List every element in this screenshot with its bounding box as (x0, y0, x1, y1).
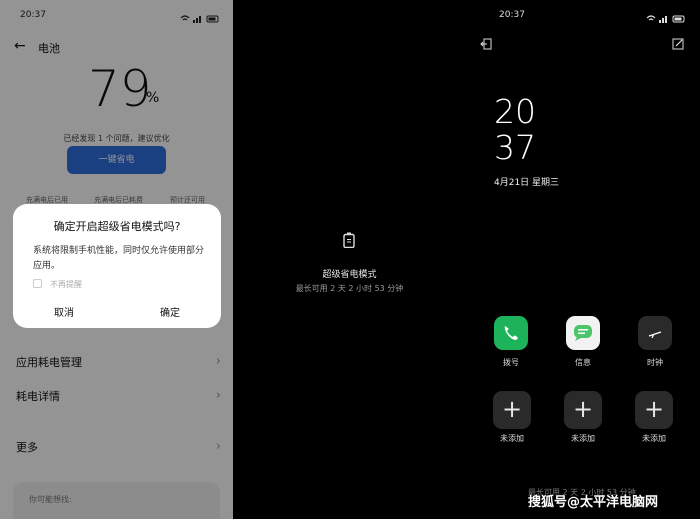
watermark: 搜狐号@太平洋电脑网 (528, 495, 659, 510)
checkbox-label: 不再提醒 (50, 280, 82, 289)
clock-icon (648, 331, 662, 339)
wifi-icon (646, 15, 685, 23)
message-app[interactable] (566, 316, 600, 350)
battery-icon (343, 232, 355, 252)
app-label-messages: 信息 (575, 358, 591, 367)
status-icons (646, 9, 686, 28)
confirm-button[interactable]: 确定 (125, 304, 215, 319)
exit-icon[interactable] (480, 35, 492, 54)
add-label-3: 未添加 (642, 434, 666, 443)
dont-remind-checkbox[interactable]: 不再提醒 (33, 279, 82, 290)
add-app-slot-3[interactable]: + (635, 391, 673, 429)
clock-minute: 37 (494, 128, 536, 167)
plus-icon: + (501, 395, 523, 423)
message-icon (574, 325, 592, 341)
dialog-body: 系统将限制手机性能，同时仅允许使用部分应用。 (33, 246, 205, 271)
add-label-2: 未添加 (571, 434, 595, 443)
checkbox-box[interactable] (33, 279, 42, 288)
battery-settings-panel: 20:37 ← 电池 79 % 已经发现 1 个问题，建议优化 一键省电 充满电… (0, 0, 233, 519)
plus-icon: + (572, 395, 594, 423)
add-app-slot-1[interactable]: + (493, 391, 531, 429)
mode-subtitle: 最长可用 2 天 2 小时 53 分钟 (295, 284, 404, 293)
phone-icon (504, 326, 518, 340)
edit-icon[interactable] (672, 35, 684, 54)
dialog-title: 确定开启超级省电模式吗? (53, 220, 181, 233)
super-save-home-panel: 20:37 20 37 4月21日 星期三 拨号 信息 时钟 + 未添加 + 未… (466, 0, 700, 519)
status-time: 20:37 (499, 10, 525, 20)
cancel-button[interactable]: 取消 (19, 304, 109, 319)
date-label: 4月21日 星期三 (494, 178, 560, 188)
clock-hour: 20 (494, 92, 536, 131)
confirm-dialog: 确定开启超级省电模式吗? 系统将限制手机性能，同时仅允许使用部分应用。 不再提醒… (13, 204, 221, 328)
app-label-clock: 时钟 (647, 358, 663, 367)
mode-title: 超级省电模式 (322, 270, 377, 280)
add-label-1: 未添加 (500, 434, 524, 443)
app-label-phone: 拨号 (503, 358, 519, 367)
add-app-slot-2[interactable]: + (564, 391, 602, 429)
clock-app[interactable] (638, 316, 672, 350)
phone-app[interactable] (494, 316, 528, 350)
plus-icon: + (643, 395, 665, 423)
super-save-transition-panel: 超级省电模式 最长可用 2 天 2 小时 53 分钟 (233, 0, 466, 519)
